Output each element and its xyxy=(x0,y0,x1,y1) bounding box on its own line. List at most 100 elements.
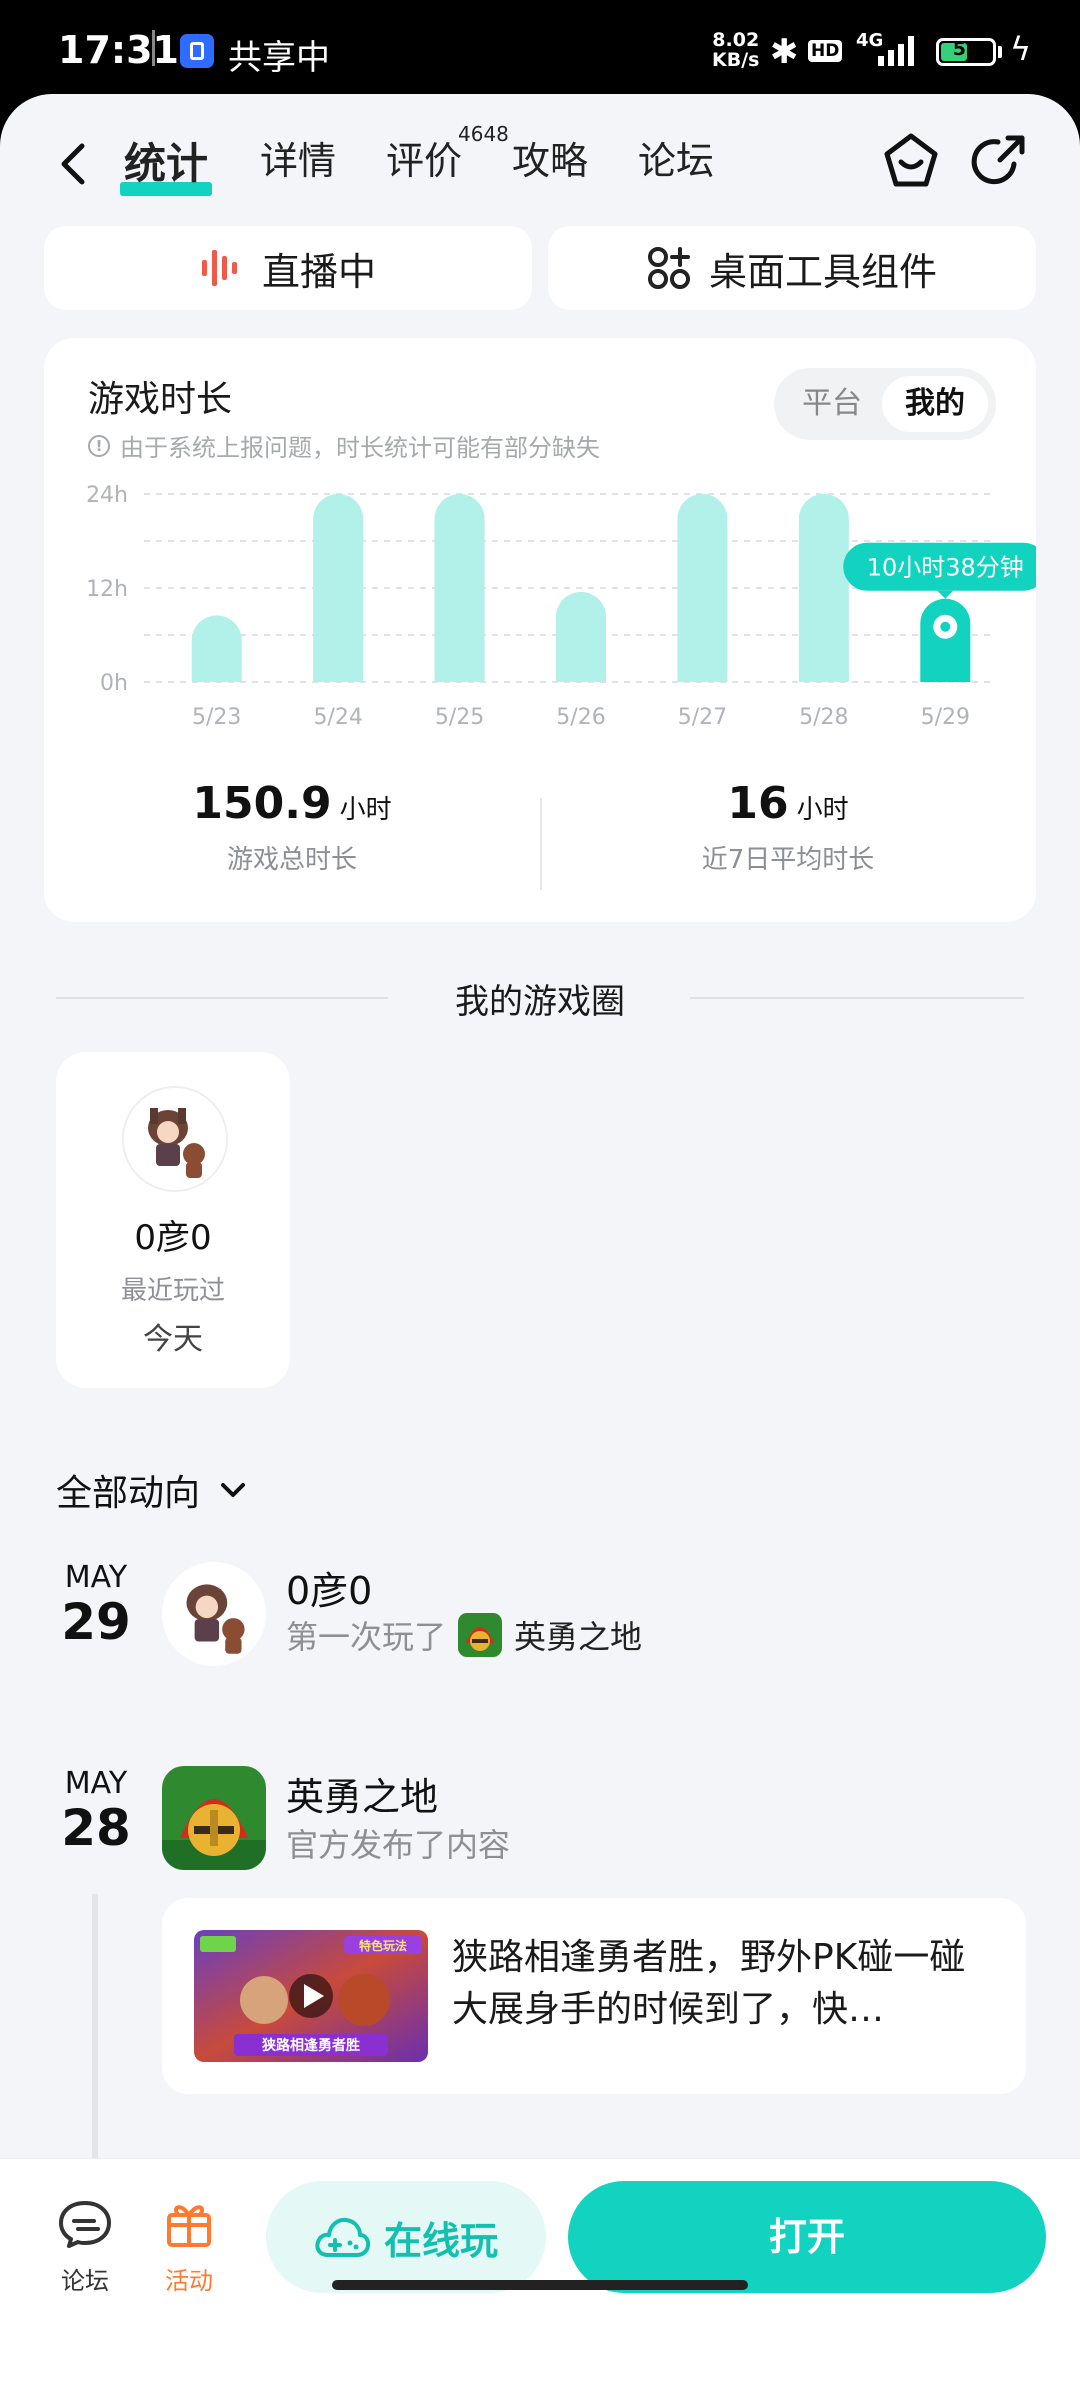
feed-date: MAY 29 xyxy=(56,1560,136,1647)
forum-icon xyxy=(59,2201,111,2248)
chart-x-tick-label: 5/26 xyxy=(556,705,605,730)
chart-bar xyxy=(920,598,971,682)
play-online-button[interactable]: 在线玩 xyxy=(266,2181,546,2293)
feed-title[interactable]: 英勇之地 xyxy=(286,1766,438,1821)
feed-date: MAY 28 xyxy=(56,1766,136,1853)
chart-bar xyxy=(313,494,364,682)
timeline-line xyxy=(92,1894,98,2194)
section-line-right xyxy=(690,997,1024,999)
chart-tooltip-label: 10小时38分钟 xyxy=(867,554,1024,582)
tab-details[interactable]: 详情 xyxy=(260,130,336,185)
feed-title[interactable]: 0彦0 xyxy=(286,1560,372,1615)
live-bars-icon xyxy=(201,250,237,286)
friend-avatar[interactable] xyxy=(162,1562,266,1666)
feed-filter-dropdown[interactable]: 全部动向 xyxy=(56,1464,250,1516)
feed-action: 官方发布了内容 xyxy=(286,1826,511,1864)
hd-voice-badge: HD xyxy=(808,40,843,62)
chart-x-tick-label: 5/23 xyxy=(192,705,241,730)
chart-tooltip-pointer xyxy=(937,590,954,599)
signal-icon xyxy=(878,36,922,66)
tab-stats[interactable]: 统计 xyxy=(124,130,208,191)
source-toggle: 平台 我的 xyxy=(774,368,996,440)
game-icon[interactable] xyxy=(162,1766,266,1870)
playtime-card: 游戏时长 ! 由于系统上报问题，时长统计可能有部分缺失 平台 我的 0h 12h 2… xyxy=(44,338,1036,922)
friend-last-played-label: 最近玩过 xyxy=(120,1276,225,1306)
widget-button[interactable]: 桌面工具组件 xyxy=(548,226,1036,310)
friend-card[interactable]: 0彦0 最近玩过 今天 xyxy=(56,1052,290,1388)
status-bar: 17:31 共享中 8.02 KB/s ✱ HD 4G 51 ϟ xyxy=(0,0,1080,100)
tab-guides[interactable]: 攻略 xyxy=(512,130,588,185)
feed-day: 29 xyxy=(61,1593,131,1651)
toggle-platform[interactable]: 平台 xyxy=(784,376,880,432)
feed-filter-label: 全部动向 xyxy=(56,1473,201,1514)
total-playtime-unit: 小时 xyxy=(339,795,392,825)
battery-icon: 51 xyxy=(936,38,996,66)
tab-reviews[interactable]: 评价 xyxy=(386,130,462,185)
friend-last-played-time: 今天 xyxy=(143,1322,203,1357)
tab-forum[interactable]: 论坛 xyxy=(638,130,714,185)
bluetooth-icon: ✱ xyxy=(770,32,799,72)
status-divider xyxy=(152,30,155,66)
chart-x-tick-label: 5/28 xyxy=(799,705,848,730)
battery-tip xyxy=(998,46,1002,58)
chart-x-tick-label: 5/27 xyxy=(678,705,727,730)
top-nav: 统计 详情 评价 4648 攻略 论坛 xyxy=(0,94,1080,224)
open-game-button[interactable]: 打开 xyxy=(568,2181,1046,2293)
thumb-badge-text: 特色玩法 xyxy=(359,1938,407,1953)
share-status: 共享中 xyxy=(228,38,330,78)
chart-highlight-dot-center xyxy=(940,621,951,632)
bottom-bar: 论坛 活动 在线玩 打开 xyxy=(0,2158,1080,2400)
chart-bar xyxy=(677,494,728,682)
charging-icon: ϟ xyxy=(1010,30,1032,68)
chart-bar xyxy=(434,494,485,682)
feed-action: 第一次玩了 xyxy=(286,1618,447,1656)
post-video-thumbnail[interactable]: 特色玩法 狭路相逢勇者胜 xyxy=(194,1930,428,2062)
reviews-count-badge: 4648 xyxy=(458,122,509,146)
play-online-label: 在线玩 xyxy=(383,2218,498,2263)
favorite-icon[interactable] xyxy=(880,130,942,192)
avg-playtime-unit: 小时 xyxy=(796,795,849,825)
chart-bar xyxy=(798,494,849,682)
screen-share-icon xyxy=(180,34,214,68)
chevron-down-icon xyxy=(221,1483,246,1497)
chart-y-tick-label: 24h xyxy=(86,483,128,508)
total-playtime: 150.9 小时 游戏总时长 xyxy=(44,778,540,876)
post-card[interactable]: 特色玩法 狭路相逢勇者胜 狭路相逢勇者胜，野外PK碰一碰 大展身手的时候到了，快… xyxy=(162,1898,1026,2094)
avg-playtime-label: 近7日平均时长 xyxy=(701,845,875,875)
live-label: 直播中 xyxy=(261,249,376,294)
cloud-gamepad-icon xyxy=(315,2217,370,2257)
playtime-title: 游戏时长 xyxy=(88,379,233,420)
avg-playtime-value: 16 xyxy=(727,778,789,829)
feed-description: 第一次玩了 英勇之地 xyxy=(286,1612,642,1658)
bottom-activity-button[interactable]: 活动 xyxy=(144,2199,234,2296)
chart-bar xyxy=(191,615,242,682)
bottom-forum-label: 论坛 xyxy=(61,2267,109,2295)
widget-label: 桌面工具组件 xyxy=(708,249,937,294)
playtime-chart: 0h 12h 24h 5/23 5/24 5/25 5/26 5/27 5/28 5/29 10小时… xyxy=(86,483,1036,730)
toggle-mine[interactable]: 我的 xyxy=(882,376,988,432)
game-icon[interactable] xyxy=(458,1613,503,1657)
network-speed-unit: KB/s xyxy=(712,49,760,71)
gift-icon xyxy=(167,2205,211,2247)
share-icon[interactable] xyxy=(968,130,1030,192)
avg-playtime: 16 小时 近7日平均时长 xyxy=(540,778,1036,876)
back-icon[interactable] xyxy=(48,134,98,194)
bottom-forum-button[interactable]: 论坛 xyxy=(40,2199,130,2296)
chart-x-tick-label: 5/29 xyxy=(921,705,970,730)
post-text: 狭路相逢勇者胜，野外PK碰一碰 大展身手的时候到了，快… xyxy=(452,1937,966,2030)
live-button[interactable]: 直播中 xyxy=(44,226,532,310)
chart-y-tick-label: 0h xyxy=(100,671,128,696)
friend-avatar xyxy=(122,1086,228,1192)
feed-month: MAY xyxy=(64,1560,128,1595)
network-speed-value: 8.02 xyxy=(712,29,760,51)
widget-grid-icon xyxy=(647,247,690,289)
network-speed: 8.02 KB/s xyxy=(712,30,759,70)
chart-bar xyxy=(556,591,606,682)
status-time: 17:31 xyxy=(58,28,179,72)
total-playtime-value: 150.9 xyxy=(192,778,332,829)
thumb-caption-text: 狭路相逢勇者胜 xyxy=(261,2037,360,2054)
total-playtime-label: 游戏总时长 xyxy=(226,845,357,875)
feed-game-name[interactable]: 英勇之地 xyxy=(514,1612,642,1658)
battery-level: 51 xyxy=(952,38,980,60)
chart-x-tick-label: 5/25 xyxy=(435,705,484,730)
